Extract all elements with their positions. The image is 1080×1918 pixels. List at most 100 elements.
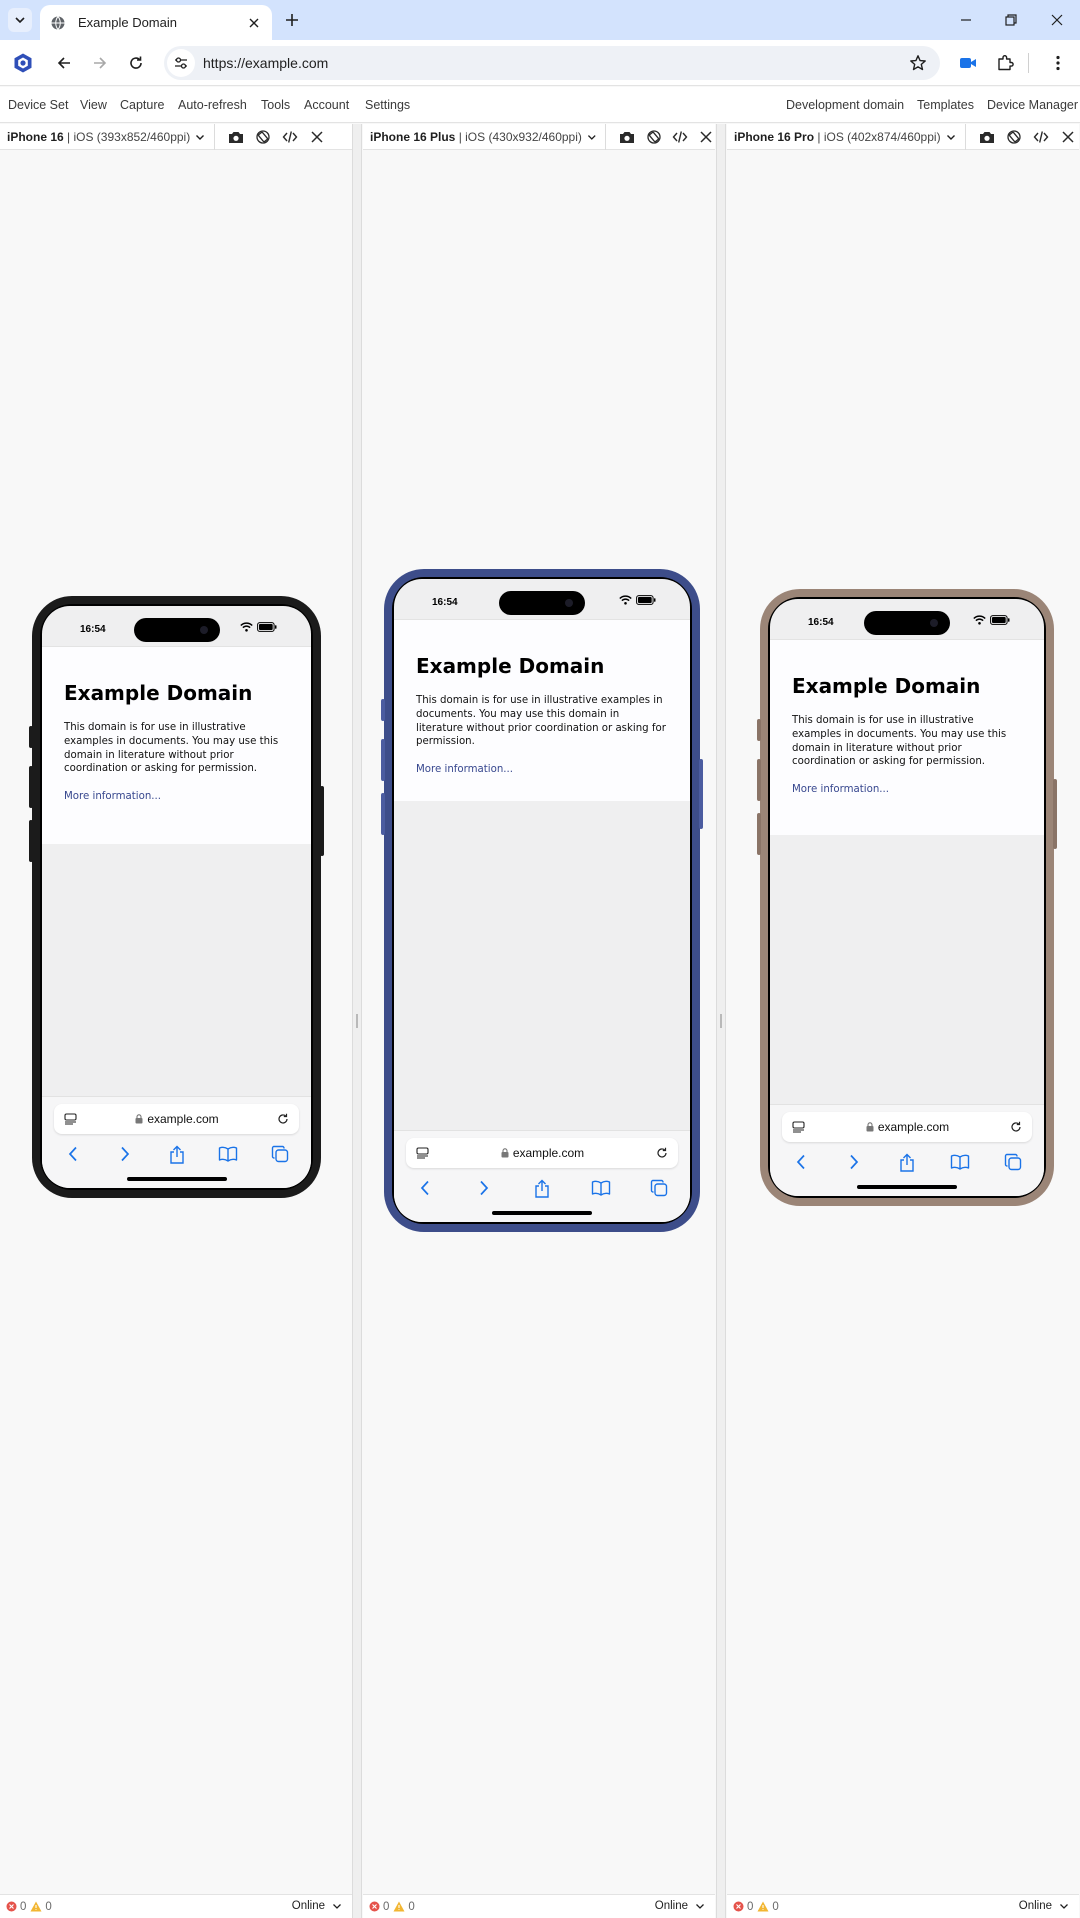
- video-camera-icon: [960, 58, 976, 68]
- reload-button[interactable]: [124, 51, 148, 75]
- more-information-link[interactable]: More information...: [416, 764, 513, 775]
- device-panel: iPhone 16 Plus | iOS (430x932/460ppi) 16…: [363, 123, 715, 1918]
- menu-templates[interactable]: Templates: [917, 98, 974, 112]
- tab-title: Example Domain: [78, 15, 177, 30]
- safari-forward-button[interactable]: [114, 1143, 136, 1165]
- restore-icon[interactable]: [1001, 10, 1021, 30]
- safari-tabs-button[interactable]: [1002, 1151, 1024, 1173]
- battery-icon: [636, 595, 656, 605]
- new-tab-icon[interactable]: [282, 10, 302, 30]
- menu-tools[interactable]: Tools: [261, 98, 290, 112]
- safari-share-button[interactable]: [896, 1151, 918, 1173]
- back-button[interactable]: [52, 51, 76, 75]
- network-throttle-select[interactable]: Online: [655, 1900, 705, 1912]
- page-menu-icon[interactable]: [416, 1147, 429, 1159]
- star-icon: [910, 55, 926, 71]
- chevron-down-icon[interactable]: [945, 131, 957, 143]
- rotate-button[interactable]: [645, 128, 662, 146]
- menu-development-domain[interactable]: Development domain: [786, 98, 904, 112]
- device-selector[interactable]: iPhone 16 Pro | iOS (402x874/460ppi): [727, 130, 941, 144]
- more-information-link[interactable]: More information...: [64, 791, 161, 802]
- bookmark-button[interactable]: [906, 51, 930, 75]
- tab-search-button[interactable]: [8, 8, 32, 32]
- close-panel-button[interactable]: [308, 128, 326, 146]
- safari-back-button[interactable]: [62, 1143, 84, 1165]
- network-throttle-select[interactable]: Online: [292, 1900, 342, 1912]
- code-icon: [1033, 130, 1048, 143]
- code-button[interactable]: [671, 128, 688, 146]
- safari-back-button[interactable]: [790, 1151, 812, 1173]
- site-info-button[interactable]: [167, 49, 195, 77]
- menu-capture[interactable]: Capture: [120, 98, 164, 112]
- safari-tabs-button[interactable]: [648, 1177, 670, 1199]
- screenshot-button[interactable]: [978, 128, 996, 146]
- page-menu-icon[interactable]: [792, 1121, 805, 1133]
- safari-address-bar[interactable]: example.com: [406, 1138, 678, 1168]
- address-bar[interactable]: https://example.com: [164, 46, 940, 80]
- code-button[interactable]: [281, 128, 299, 146]
- chevron-down-icon[interactable]: [194, 131, 206, 143]
- chevron-down-icon[interactable]: [586, 131, 598, 143]
- close-window-icon[interactable]: [1047, 10, 1067, 30]
- error-count[interactable]: 0 0: [6, 1901, 56, 1913]
- menu-settings[interactable]: Settings: [365, 98, 410, 112]
- error-count[interactable]: 0 0: [733, 1901, 783, 1913]
- minimize-icon[interactable]: [956, 10, 976, 30]
- menu-view[interactable]: View: [80, 98, 107, 112]
- toolbar-separator: [1028, 53, 1029, 73]
- safari-bookmarks-button[interactable]: [949, 1151, 971, 1173]
- menu-device-set[interactable]: Device Set: [8, 98, 68, 112]
- close-panel-button[interactable]: [698, 128, 715, 146]
- menu-account[interactable]: Account: [304, 98, 349, 112]
- error-icon: [733, 1901, 744, 1912]
- reload-icon[interactable]: [1010, 1121, 1022, 1133]
- extensions-button[interactable]: [993, 51, 1017, 75]
- page-heading: Example Domain: [416, 654, 605, 678]
- url-text[interactable]: https://example.com: [203, 55, 906, 71]
- panel-resizer[interactable]: [352, 124, 362, 1918]
- screenshot-button[interactable]: [227, 128, 245, 146]
- tab-active[interactable]: Example Domain: [40, 5, 272, 40]
- battery-icon: [257, 622, 277, 632]
- safari-back-button[interactable]: [414, 1177, 436, 1199]
- code-button[interactable]: [1032, 128, 1050, 146]
- safari-tabs-button[interactable]: [269, 1143, 291, 1165]
- safari-share-button[interactable]: [531, 1177, 553, 1199]
- device-selector[interactable]: iPhone 16 | iOS (393x852/460ppi): [0, 130, 190, 144]
- camera-extension-button[interactable]: [956, 51, 980, 75]
- screenshot-button[interactable]: [618, 128, 635, 146]
- error-count-value: 0: [383, 1900, 390, 1913]
- arrow-left-icon: [57, 57, 70, 69]
- rotate-button[interactable]: [254, 128, 272, 146]
- rotate-icon: [1006, 129, 1021, 144]
- browser-menu-button[interactable]: [1046, 51, 1070, 75]
- network-throttle-select[interactable]: Online: [1019, 1900, 1069, 1912]
- safari-address-bar[interactable]: example.com: [54, 1104, 299, 1134]
- error-count[interactable]: 0 0: [369, 1901, 419, 1913]
- safari-forward-button[interactable]: [473, 1177, 495, 1199]
- safari-forward-button[interactable]: [843, 1151, 865, 1173]
- more-information-link[interactable]: More information...: [792, 784, 889, 795]
- panel-resizer[interactable]: [716, 124, 726, 1918]
- page-menu-icon[interactable]: [64, 1113, 77, 1125]
- close-panel-button[interactable]: [1059, 128, 1077, 146]
- reload-icon[interactable]: [277, 1113, 289, 1125]
- safari-bookmarks-button[interactable]: [590, 1177, 612, 1199]
- extension-logo-button[interactable]: [11, 51, 35, 75]
- resize-grip: [720, 1014, 722, 1028]
- menu-auto-refresh[interactable]: Auto-refresh: [178, 98, 247, 112]
- rotate-button[interactable]: [1005, 128, 1023, 146]
- page-heading: Example Domain: [792, 674, 981, 698]
- device-selector[interactable]: iPhone 16 Plus | iOS (430x932/460ppi): [363, 130, 582, 144]
- close-tab-icon[interactable]: [246, 15, 262, 31]
- safari-share-button[interactable]: [166, 1143, 188, 1165]
- menu-device-manager[interactable]: Device Manager: [987, 98, 1078, 112]
- status-time: 16:54: [808, 617, 834, 628]
- chevron-left-icon: [796, 1154, 805, 1170]
- chevron-down-icon: [15, 17, 25, 24]
- safari-address-bar[interactable]: example.com: [782, 1112, 1032, 1142]
- lock-icon: [501, 1148, 509, 1158]
- safari-bookmarks-button[interactable]: [217, 1143, 239, 1165]
- reload-icon[interactable]: [656, 1147, 668, 1159]
- forward-button[interactable]: [88, 51, 112, 75]
